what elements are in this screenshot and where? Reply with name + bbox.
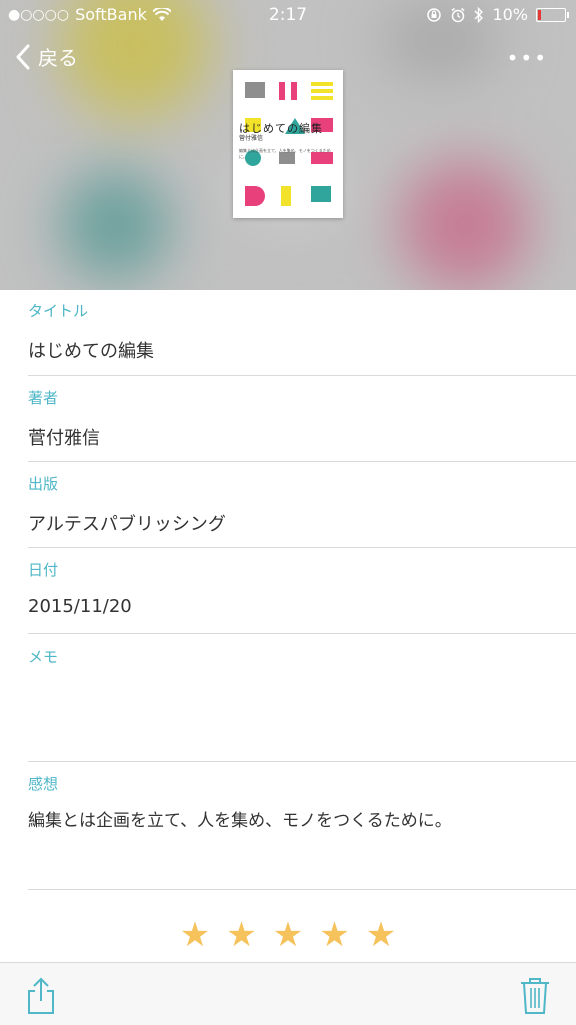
battery-percent: 10% — [492, 5, 528, 24]
more-options-button[interactable]: ••• — [507, 46, 548, 70]
bottom-toolbar — [0, 962, 576, 1025]
impression-label: 感想 — [28, 775, 59, 793]
rating-star[interactable]: ★ — [319, 915, 349, 955]
share-icon — [28, 977, 54, 1014]
status-bar: ●○○○○ SoftBank 2:17 10% — [0, 0, 576, 30]
back-label: 戻る — [38, 46, 78, 70]
alarm-icon — [451, 7, 465, 22]
bluetooth-icon — [474, 6, 484, 23]
divider — [28, 761, 576, 762]
book-header: ●○○○○ SoftBank 2:17 10% 戻る ••• はじめての編集 菅… — [0, 0, 576, 290]
trash-icon — [521, 978, 549, 1014]
battery-icon — [536, 7, 569, 22]
divider — [28, 461, 576, 462]
title-label: タイトル — [28, 302, 89, 320]
publisher-value[interactable]: アルテスパブリッシング — [28, 510, 576, 536]
memo-label: メモ — [28, 648, 59, 666]
divider — [28, 633, 576, 634]
divider — [28, 375, 576, 376]
author-value[interactable]: 菅付雅信 — [28, 424, 576, 450]
cover-caption: 編集とは企画を立て、人を集め、モノをつくるために。 — [239, 148, 331, 159]
cover-art — [245, 82, 333, 206]
title-section[interactable]: タイトル はじめての編集 — [28, 300, 576, 363]
divider — [28, 547, 576, 548]
impression-section[interactable]: 感想 編集とは企画を立て、人を集め、モノをつくるために。 — [28, 773, 576, 883]
author-section[interactable]: 著者 菅付雅信 — [28, 387, 576, 450]
impression-value[interactable]: 編集とは企画を立て、人を集め、モノをつくるために。 — [28, 806, 576, 831]
publisher-section[interactable]: 出版 アルテスパブリッシング — [28, 473, 576, 536]
back-button[interactable]: 戻る — [16, 42, 78, 71]
rating-star[interactable]: ★ — [226, 915, 256, 955]
date-label: 日付 — [28, 561, 59, 579]
divider — [28, 889, 576, 890]
rating-star[interactable]: ★ — [180, 915, 210, 955]
date-value[interactable]: 2015/11/20 — [28, 596, 576, 617]
book-cover: はじめての編集 菅付雅信 編集とは企画を立て、人を集め、モノをつくるために。 — [233, 70, 343, 218]
memo-section[interactable]: メモ — [28, 646, 576, 756]
title-value[interactable]: はじめての編集 — [28, 337, 576, 363]
publisher-label: 出版 — [28, 475, 59, 493]
chevron-left-icon — [16, 44, 30, 69]
author-label: 著者 — [28, 389, 59, 407]
cover-author: 菅付雅信 — [239, 135, 264, 142]
date-section[interactable]: 日付 2015/11/20 — [28, 559, 576, 617]
share-button[interactable] — [26, 977, 56, 1019]
star-rating[interactable]: ★ ★ ★ ★ ★ — [0, 915, 576, 955]
rating-star[interactable]: ★ — [366, 915, 396, 955]
orientation-lock-icon — [427, 7, 442, 22]
delete-button[interactable] — [520, 977, 550, 1019]
rating-star[interactable]: ★ — [273, 915, 303, 955]
